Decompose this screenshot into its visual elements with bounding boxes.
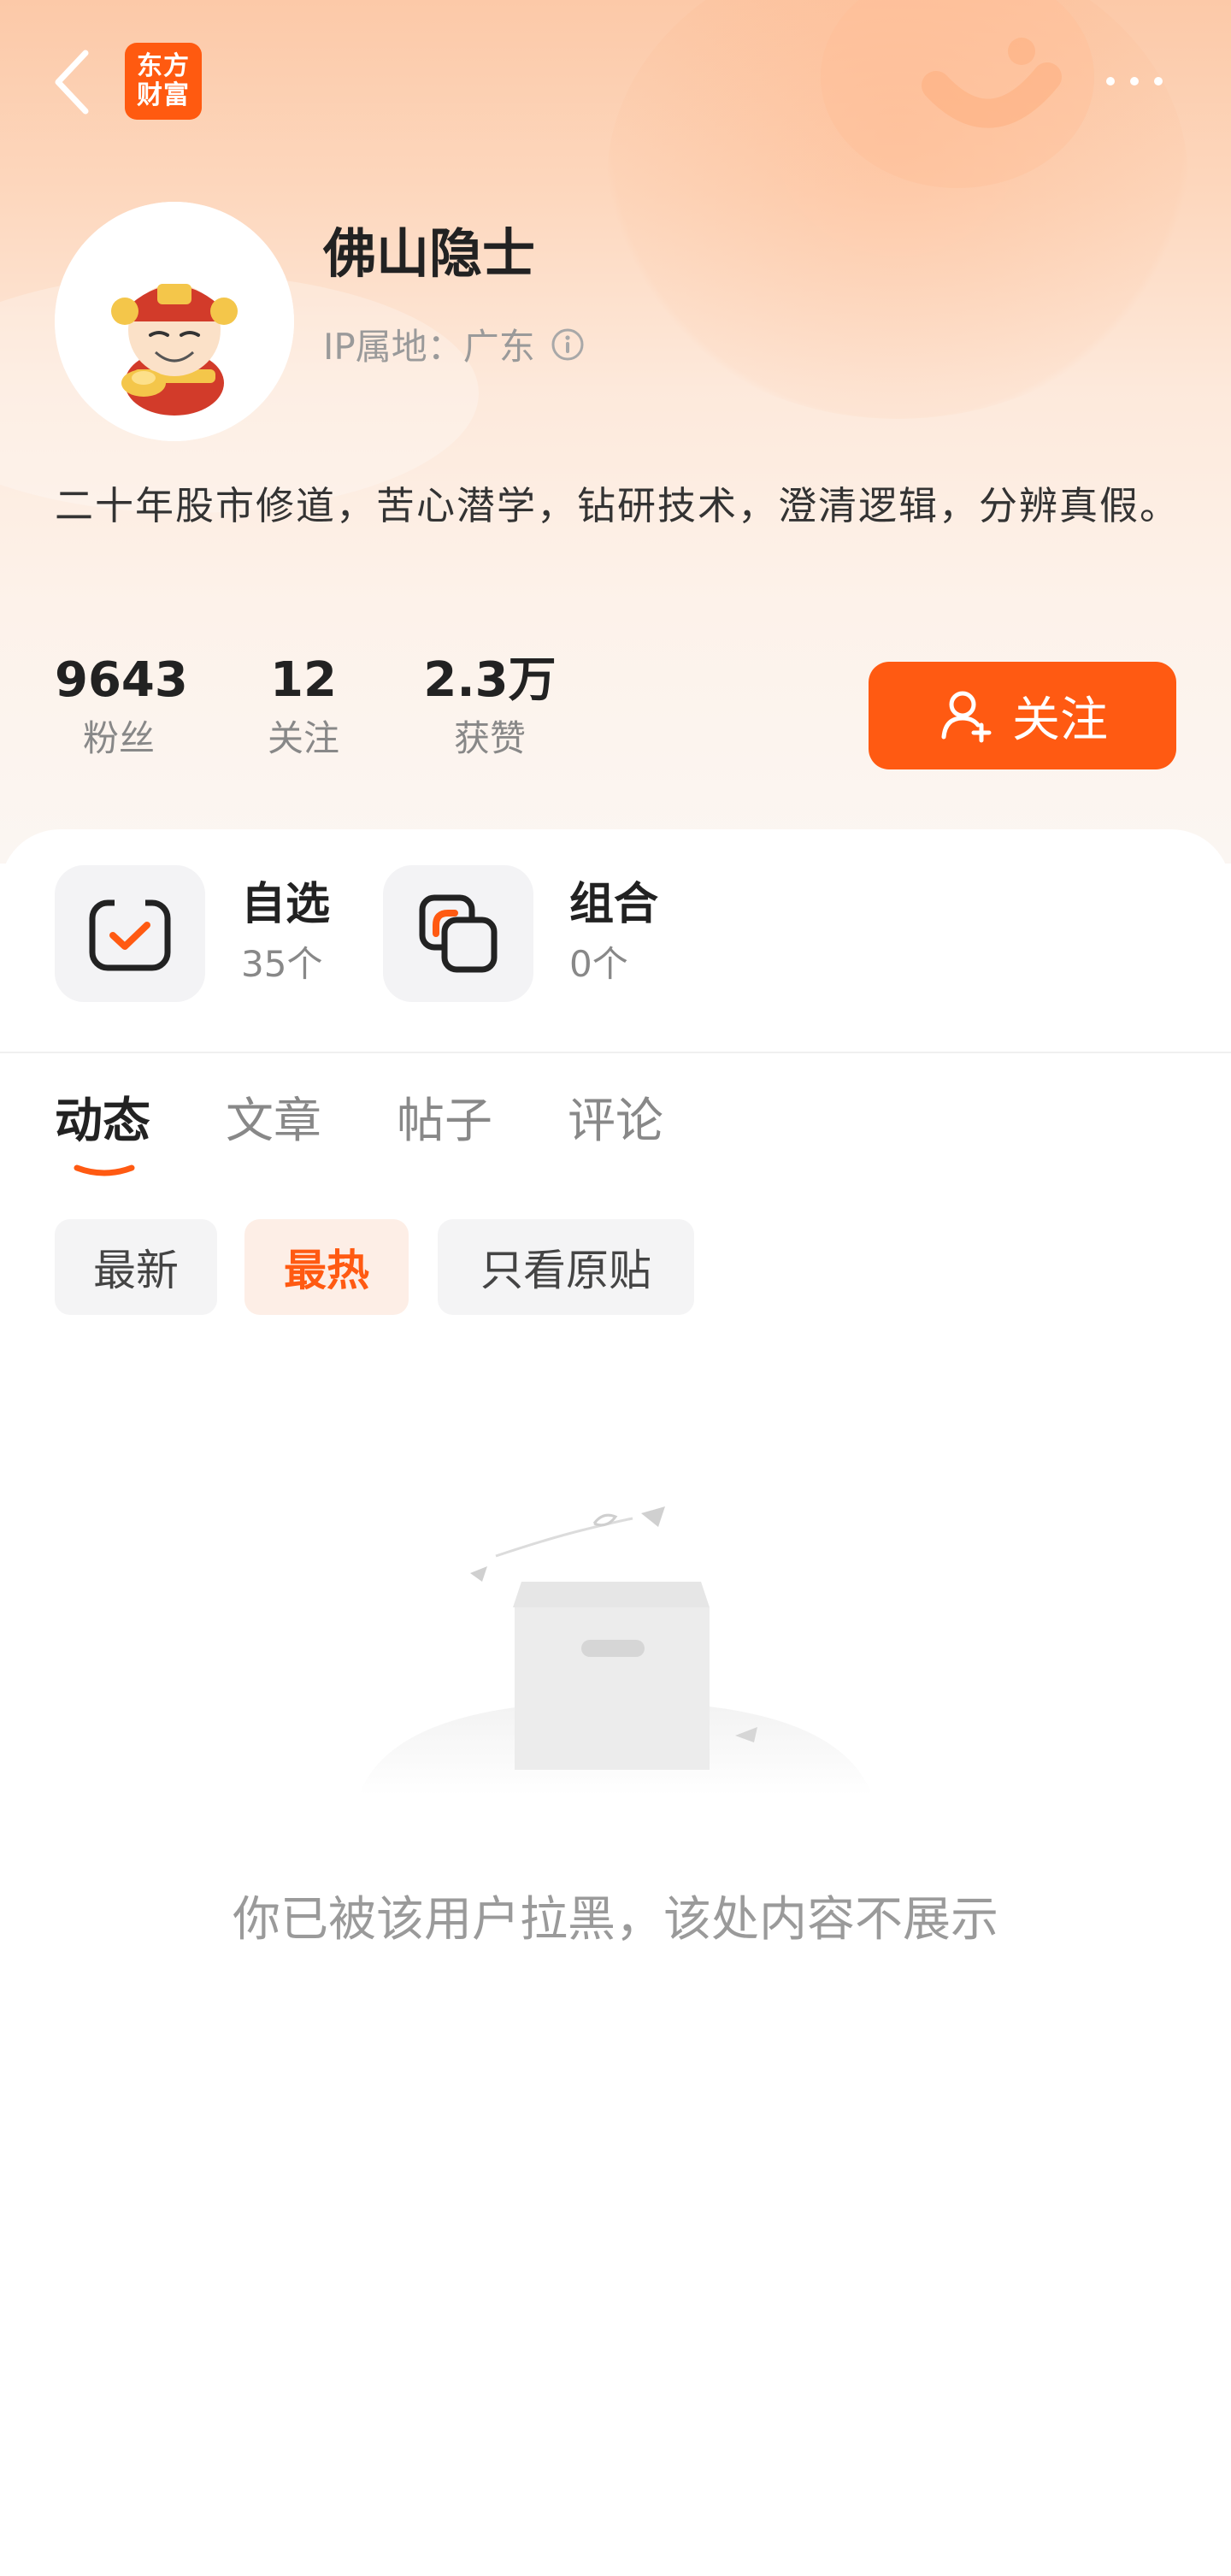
active-tab-indicator (74, 1164, 135, 1176)
tab-articles[interactable]: 文章 (226, 1088, 321, 1156)
portfolio-entry[interactable]: 组合 0个 (383, 865, 658, 1002)
ip-location-text: IP属地：广东 (323, 326, 535, 368)
blocked-message: 你已被该用户拉黑，该处内容不展示 (233, 1892, 998, 1948)
stat-value: 2.3万 (423, 652, 557, 708)
profile-bio: 二十年股市修道，苦心潜学，钻研技术，澄清逻辑，分辨真假。 (55, 483, 1181, 528)
logo-text: 东方财富 (137, 51, 190, 110)
watchlist-icon-box (55, 865, 205, 1002)
section-divider (0, 1052, 1231, 1053)
stat-label: 粉丝 (82, 717, 155, 759)
info-icon[interactable] (551, 327, 585, 362)
stat-following[interactable]: 12 关注 (256, 650, 350, 763)
back-button[interactable] (48, 48, 99, 116)
decorative-smile-icon (922, 38, 1062, 128)
tab-posts[interactable]: 帖子 (397, 1088, 492, 1156)
stat-value: 12 (270, 652, 337, 708)
filter-original-only[interactable]: 只看原贴 (438, 1219, 694, 1315)
portfolio-count: 0个 (569, 943, 628, 985)
more-dot (1106, 77, 1115, 85)
tab-comments[interactable]: 评论 (568, 1088, 663, 1156)
portfolio-layers-icon (419, 894, 498, 973)
chevron-left-icon (55, 50, 89, 115)
stat-label: 获赞 (453, 717, 526, 759)
add-user-icon (941, 691, 992, 743)
more-dot (1154, 77, 1163, 85)
watchlist-count: 35个 (241, 943, 323, 985)
follow-button[interactable]: 关注 (869, 662, 1176, 769)
empty-box-illustration (359, 1506, 872, 1795)
portfolio-title: 组合 (569, 879, 659, 930)
stat-fans[interactable]: 9643 粉丝 (55, 650, 188, 763)
user-avatar[interactable] (55, 202, 294, 441)
app-logo[interactable]: 东方财富 (125, 43, 202, 120)
stat-label: 关注 (267, 717, 339, 759)
follow-button-label: 关注 (1012, 692, 1108, 748)
filter-latest[interactable]: 最新 (55, 1219, 217, 1315)
more-options-button[interactable] (1099, 67, 1168, 92)
tab-dynamics[interactable]: 动态 (55, 1088, 150, 1156)
ip-location: IP属地：广东 (323, 318, 585, 370)
avatar-image (55, 202, 294, 441)
watchlist-entry[interactable]: 自选 35个 (55, 865, 330, 1002)
stat-likes[interactable]: 2.3万 获赞 (417, 650, 562, 763)
stat-value: 9643 (55, 652, 188, 708)
watchlist-title: 自选 (241, 879, 331, 930)
filter-hottest[interactable]: 最热 (244, 1219, 409, 1315)
portfolio-icon-box (383, 865, 533, 1002)
more-dot (1130, 77, 1139, 85)
watchlist-check-icon (89, 894, 171, 971)
profile-username: 佛山隐士 (323, 222, 536, 285)
